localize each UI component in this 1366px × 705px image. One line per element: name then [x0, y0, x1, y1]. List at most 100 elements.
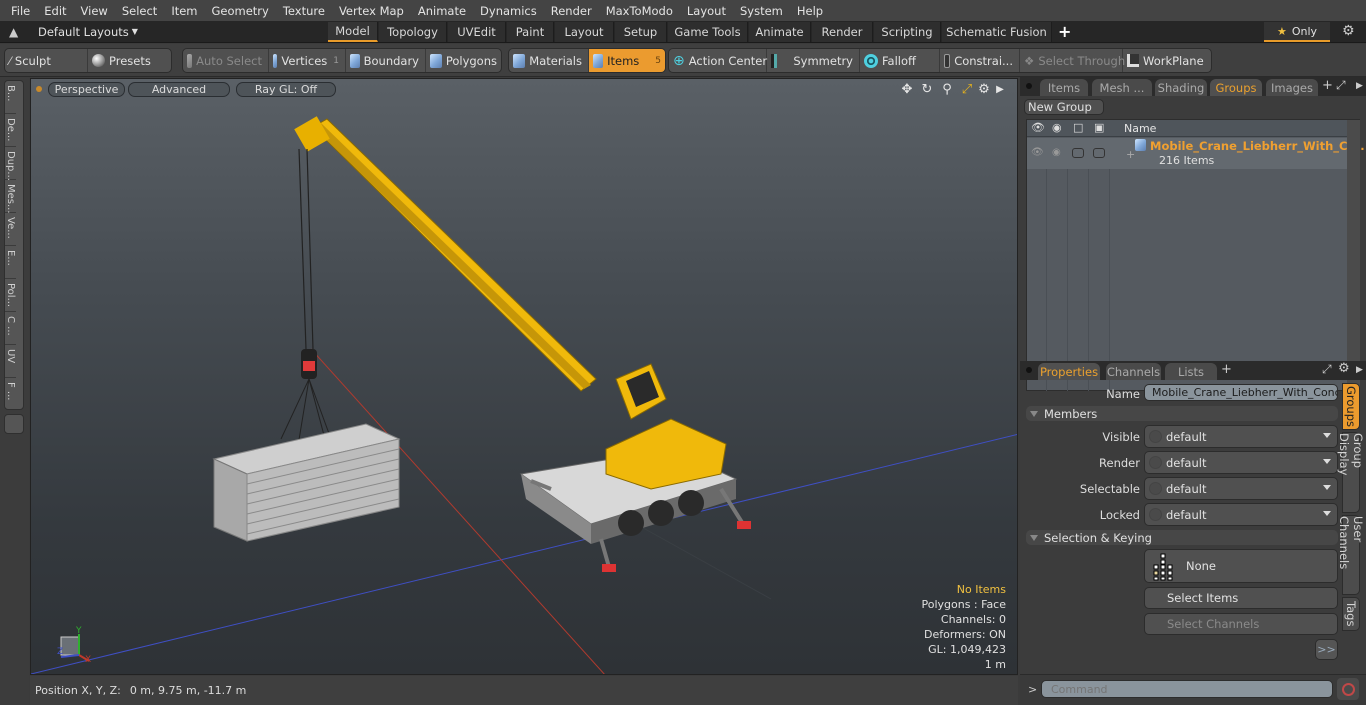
more-button[interactable]: >>	[1315, 639, 1338, 660]
record-button[interactable]	[1337, 678, 1359, 700]
menu-help[interactable]: Help	[790, 4, 830, 18]
tool-tab-2[interactable]: Dup...	[5, 147, 16, 181]
layout-tab-animate[interactable]: Animate	[749, 22, 811, 42]
gear-icon[interactable]: ⚙	[1342, 23, 1355, 39]
prop-tab-channels[interactable]: Channels	[1106, 363, 1161, 380]
menu-edit[interactable]: Edit	[37, 4, 73, 18]
tool-tab-3[interactable]: Mes...	[5, 180, 16, 214]
none-selection-button[interactable]: None	[1144, 549, 1338, 583]
items-button[interactable]: Items 5	[589, 49, 665, 72]
layout-tab-game-tools[interactable]: Game Tools	[668, 22, 748, 42]
tool-tab-9[interactable]: F ...	[5, 378, 16, 409]
menu-file[interactable]: File	[4, 4, 37, 18]
row-camera-icon[interactable]: ◉	[1052, 147, 1061, 158]
panel-dot-icon[interactable]	[1026, 83, 1032, 89]
tool-tab-5[interactable]: E...	[5, 246, 16, 279]
presets-button[interactable]: Presets	[88, 49, 171, 72]
prop-gear-icon[interactable]: ⚙	[1338, 361, 1350, 376]
action-center-button[interactable]: ⊕ Action Center	[669, 49, 767, 72]
add-layout-tab-button[interactable]: +	[1058, 22, 1071, 41]
selection-keying-section[interactable]: Selection & Keying	[1026, 530, 1338, 545]
menu-vertex-map[interactable]: Vertex Map	[332, 4, 411, 18]
layout-tab-uvedit[interactable]: UVEdit	[448, 22, 506, 42]
layout-tab-layout[interactable]: Layout	[555, 22, 614, 42]
keyframe-radio-icon[interactable]	[1149, 456, 1162, 469]
row-eye-icon[interactable]: 👁	[1031, 147, 1044, 158]
panel-more-icon[interactable]: ▶	[1356, 81, 1363, 91]
row-lock-toggle[interactable]	[1093, 148, 1105, 158]
layout-tab-topology[interactable]: Topology	[379, 22, 447, 42]
visibility-eye-icon[interactable]: 👁	[1031, 121, 1045, 134]
menu-render[interactable]: Render	[544, 4, 599, 18]
layout-tab-model[interactable]: Model	[328, 22, 378, 42]
expand-icon[interactable]: ⤢	[1322, 362, 1332, 377]
command-input[interactable]	[1041, 680, 1333, 698]
symmetry-button[interactable]: Symmetry	[767, 49, 860, 72]
only-filter-button[interactable]: ★ Only	[1264, 22, 1330, 42]
panel-more-icon[interactable]: ▶	[1356, 365, 1363, 375]
selectable-dropdown[interactable]: default	[1144, 477, 1338, 500]
side-tab-tags[interactable]: Tags	[1342, 597, 1360, 631]
vertical-tab-extra[interactable]	[4, 414, 24, 434]
new-group-button[interactable]: New Group	[1024, 99, 1104, 115]
vertices-button[interactable]: Vertices 1	[269, 49, 346, 72]
select-channels-button[interactable]: Select Channels	[1144, 613, 1338, 635]
menu-layout[interactable]: Layout	[680, 4, 733, 18]
menu-animate[interactable]: Animate	[411, 4, 473, 18]
tool-tab-7[interactable]: C ...	[5, 312, 16, 345]
default-layouts-dropdown[interactable]: Default Layouts ▼	[38, 25, 138, 39]
expand-icon[interactable]: ⤢	[1336, 78, 1346, 93]
render-dropdown[interactable]: default	[1144, 451, 1338, 474]
layout-tab-render[interactable]: Render	[812, 22, 873, 42]
group-row[interactable]: 👁 ◉ + Mobile_Crane_Liebherr_With_C ... 2…	[1027, 138, 1365, 169]
materials-button[interactable]: Materials	[509, 49, 589, 72]
keyframe-radio-icon[interactable]	[1149, 430, 1162, 443]
constraints-button[interactable]: Constrai...	[940, 49, 1020, 72]
menu-maxtomodo[interactable]: MaxToModo	[599, 4, 680, 18]
tool-tab-8[interactable]: UV	[5, 345, 16, 378]
boundary-button[interactable]: Boundary	[346, 49, 426, 72]
layout-tab-schematic-fusion[interactable]: Schematic Fusion	[942, 22, 1052, 42]
tool-tab-0[interactable]: B...	[5, 81, 16, 114]
menu-texture[interactable]: Texture	[276, 4, 332, 18]
select-items-button[interactable]: Select Items	[1144, 587, 1338, 609]
lock-cube-icon[interactable]: ▣	[1094, 121, 1104, 134]
layout-tab-paint[interactable]: Paint	[507, 22, 554, 42]
menu-select[interactable]: Select	[115, 4, 164, 18]
tool-tab-1[interactable]: De...	[5, 114, 16, 147]
render-camera-icon[interactable]: ◉	[1052, 121, 1062, 134]
menu-item[interactable]: Item	[164, 4, 204, 18]
panel-dot-icon[interactable]	[1026, 367, 1032, 373]
groups-scrollbar[interactable]	[1347, 120, 1360, 390]
members-section[interactable]: Members	[1026, 406, 1338, 421]
add-tab-icon[interactable]: +	[1322, 78, 1333, 93]
visible-dropdown[interactable]: default	[1144, 425, 1338, 448]
auto-select-button[interactable]: Auto Select	[183, 49, 269, 72]
keyframe-radio-icon[interactable]	[1149, 508, 1162, 521]
tool-tab-4[interactable]: Ve...	[5, 213, 16, 246]
polygons-button[interactable]: Polygons	[426, 49, 501, 72]
layout-tab-setup[interactable]: Setup	[615, 22, 667, 42]
expand-plus-icon[interactable]: +	[1126, 148, 1135, 161]
panel-tab-items[interactable]: Items	[1040, 79, 1088, 96]
menu-system[interactable]: System	[733, 4, 790, 18]
panel-tab-mesh-[interactable]: Mesh ...	[1092, 79, 1152, 96]
row-select-toggle[interactable]	[1072, 148, 1084, 158]
prop-tab-properties[interactable]: Properties	[1038, 363, 1100, 380]
side-tab-groups[interactable]: Groups	[1342, 383, 1360, 430]
keyframe-radio-icon[interactable]	[1149, 482, 1162, 495]
collapse-arrow-icon[interactable]: ▲	[9, 25, 18, 39]
3d-viewport[interactable]: Perspective Advanced Ray GL: Off ✥ ↻ ⚲ ⤢…	[30, 78, 1018, 675]
panel-tab-groups[interactable]: Groups	[1210, 79, 1262, 96]
panel-tab-images[interactable]: Images	[1266, 79, 1318, 96]
panel-tab-shading[interactable]: Shading	[1155, 79, 1207, 96]
layout-tab-scripting[interactable]: Scripting	[874, 22, 941, 42]
prop-tab-lists[interactable]: Lists	[1165, 363, 1217, 380]
name-field[interactable]: Mobile_Crane_Liebherr_With_Concret	[1144, 384, 1338, 401]
workplane-button[interactable]: WorkPlane	[1123, 49, 1211, 72]
menu-view[interactable]: View	[74, 4, 115, 18]
select-cube-icon[interactable]: □	[1073, 121, 1083, 134]
select-through-button[interactable]: ❖ Select Through	[1020, 49, 1125, 72]
side-tab-group-display[interactable]: Group Display	[1337, 432, 1365, 513]
locked-dropdown[interactable]: default	[1144, 503, 1338, 526]
